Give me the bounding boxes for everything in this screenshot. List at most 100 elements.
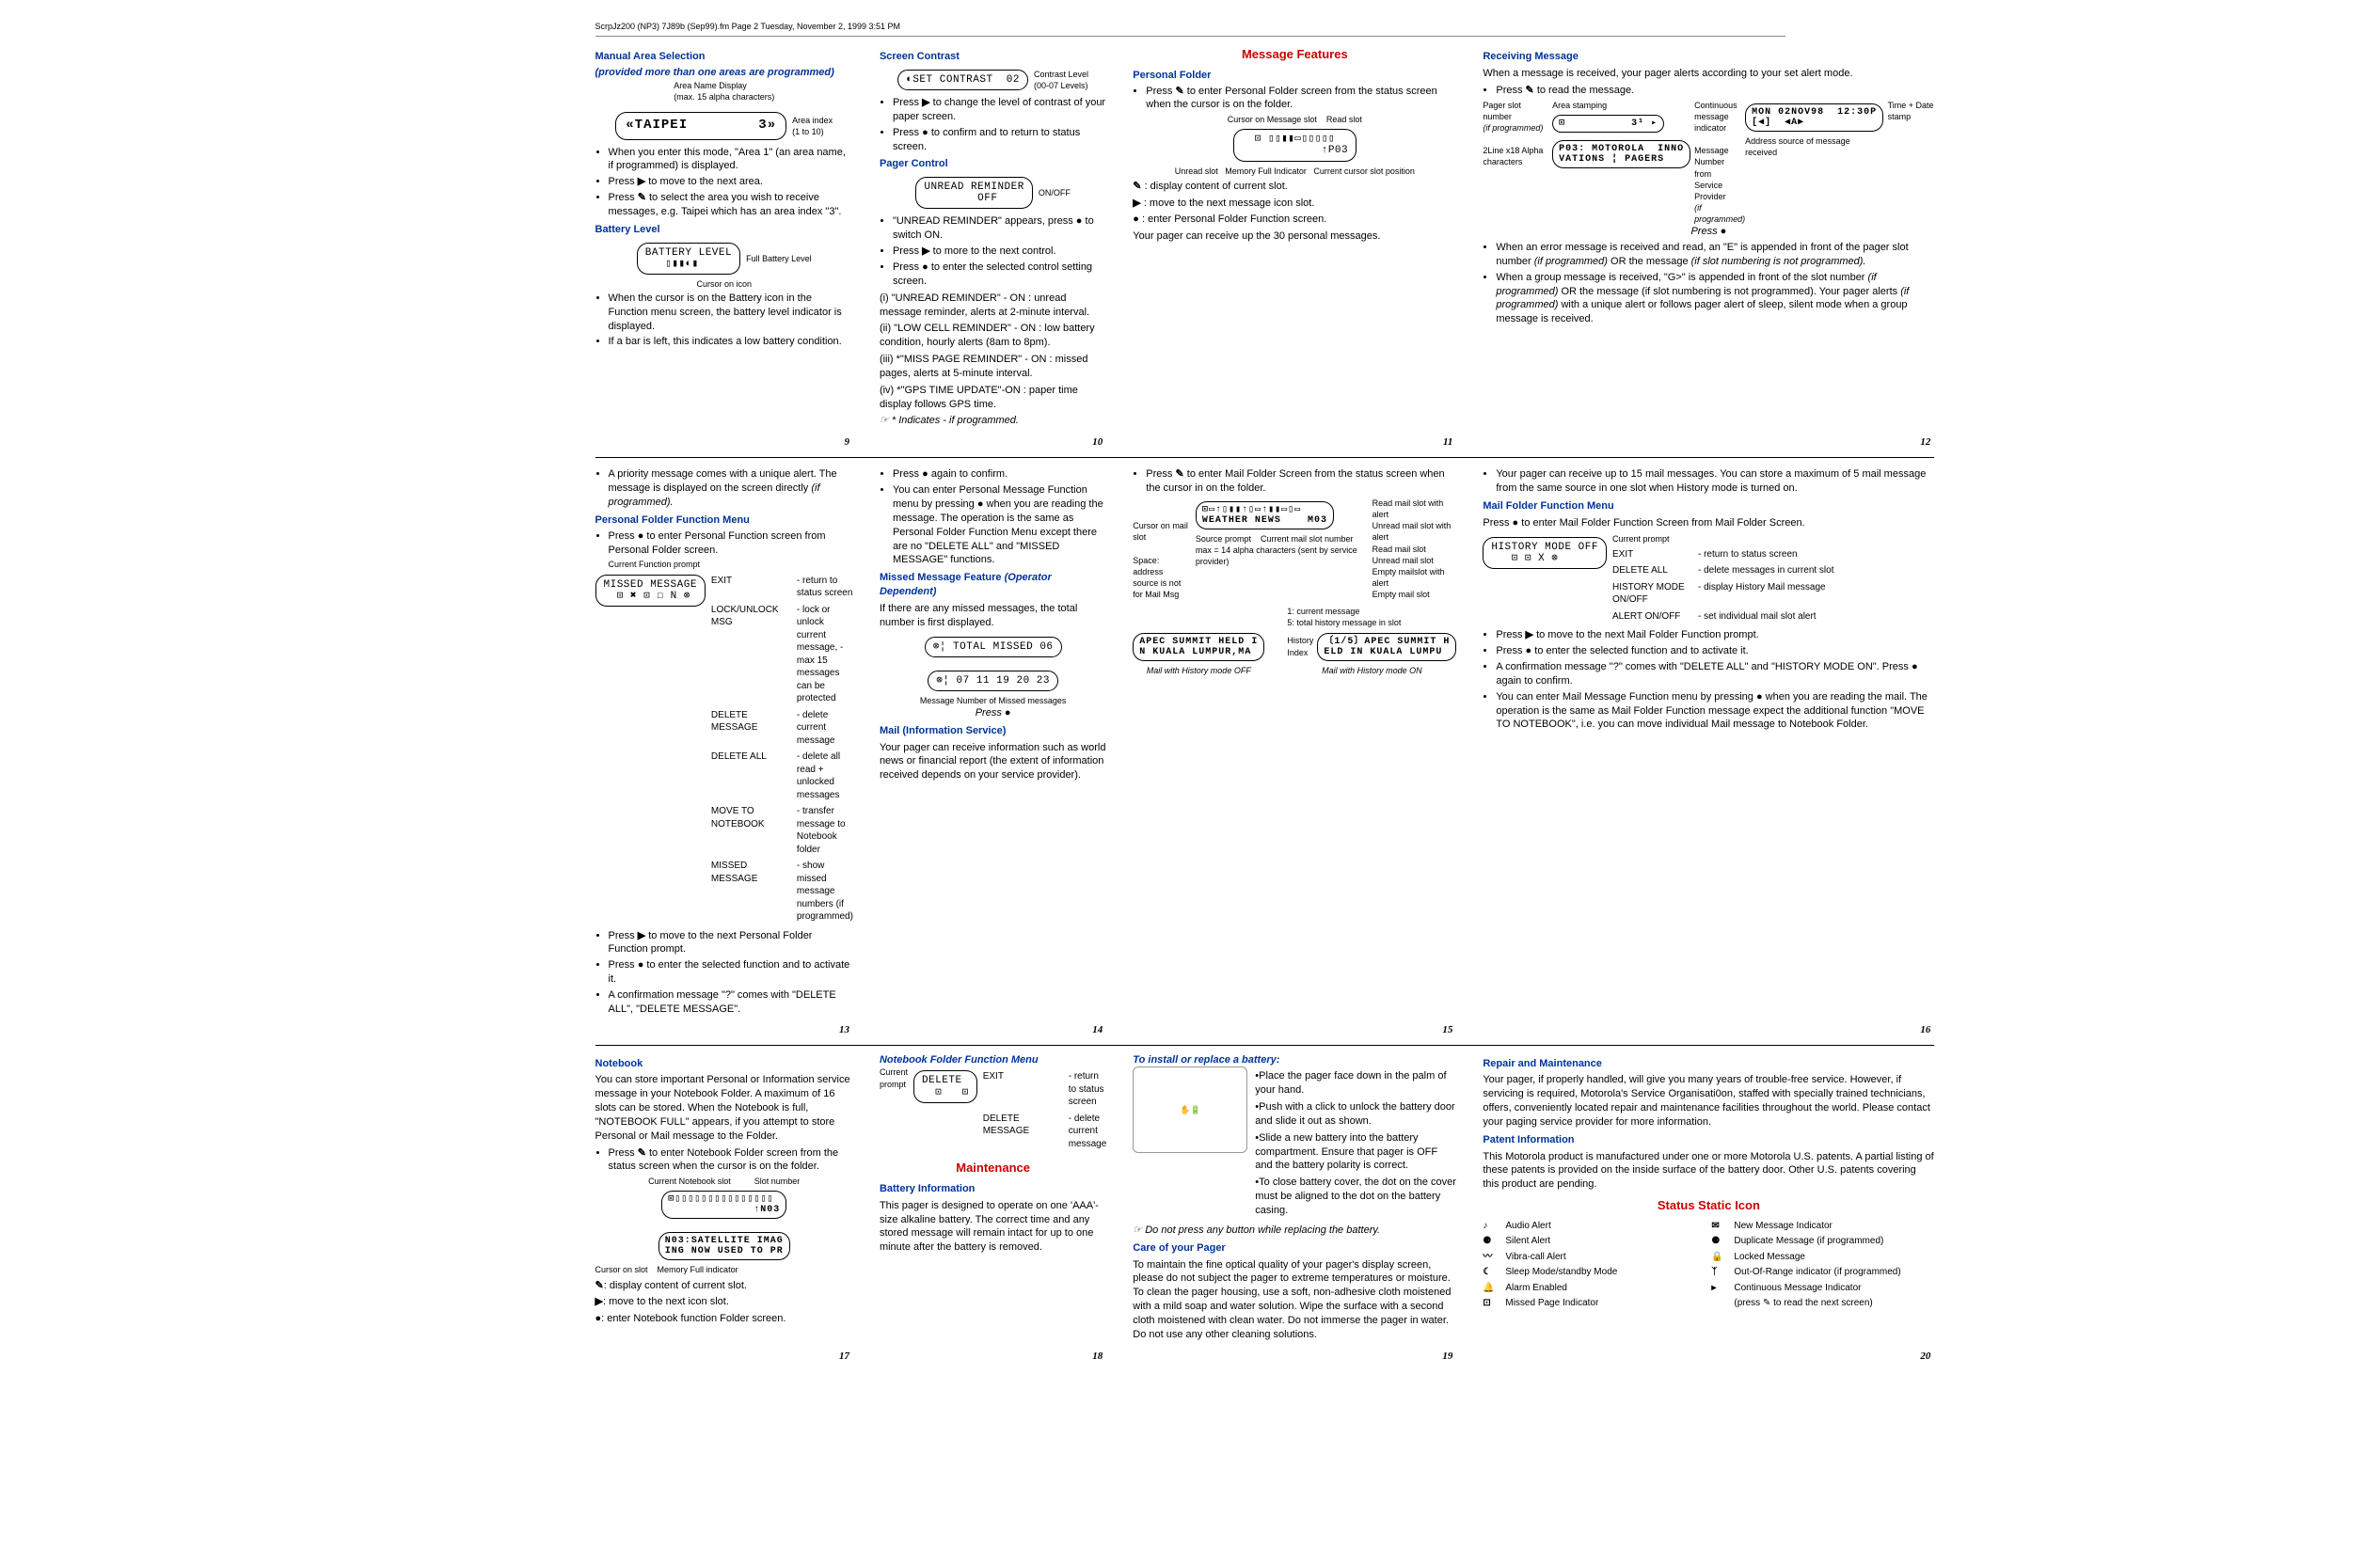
status-icon: ⊡ (1483, 1297, 1499, 1310)
title-message-features: Message Features (1133, 46, 1456, 63)
pen-icon: ✎ (595, 1280, 604, 1291)
play-icon: ▶ (638, 176, 645, 187)
lcd-missed2: ⊗¦ 07 11 19 20 23 (928, 671, 1058, 691)
status-icon: ⚈ (1483, 1235, 1499, 1248)
panel-19: To install or replace a battery: ✋🔋 •Pla… (1133, 1053, 1456, 1364)
p12-b1: When a message is received, your pager a… (1483, 67, 1934, 81)
bi-1: •Place the pager face down in the palm o… (1255, 1069, 1456, 1098)
lcd-label: Full Battery Level (746, 253, 812, 264)
page-num-12: 12 (1920, 435, 1930, 450)
legend: Current prompt EXIT- return to status sc… (1612, 533, 1834, 627)
dot-icon: ● (922, 468, 928, 480)
dot-icon: ● (922, 261, 928, 273)
status-icon: 🔒 (1711, 1251, 1728, 1264)
press-note: Press ● (1483, 225, 1934, 239)
panel-11: Message Features Personal Folder Press ✎… (1133, 46, 1456, 450)
addr-label: Address source of message received (1745, 135, 1884, 158)
bullets-14a: Press ● again to confirm. You can enter … (880, 467, 1106, 567)
status-icon: ♪ (1483, 1220, 1499, 1233)
press-note: Press ● (880, 706, 1106, 720)
panel-14: Press ● again to confirm. You can enter … (880, 466, 1106, 1036)
p18-p1: This pager is designed to operate on one… (880, 1199, 1106, 1255)
status-label: Continuous Message Indicator (1734, 1282, 1934, 1295)
lcd-pf: ⊡ ▯▯▮▮▭▯▯▯▯▯ ↑P03 (1233, 129, 1357, 161)
status-icon: ᛉ (1711, 1266, 1728, 1279)
p16-p1: Press ● to enter Mail Folder Function Sc… (1483, 516, 1934, 530)
heading-receiving: Receiving Message (1483, 50, 1934, 64)
subheading: (provided more than one areas are progra… (595, 66, 853, 80)
dot-icon: ● (1912, 661, 1918, 672)
status-icon (1711, 1297, 1728, 1310)
lcd-taipei: «TAIPEI 3» (615, 112, 786, 139)
status-label: Sleep Mode/standby Mode (1505, 1266, 1706, 1279)
legend: EXIT- return to status screen LOCK/UNLOC… (711, 571, 853, 927)
heading-battery-info: Battery Information (880, 1182, 1106, 1196)
status-label: Silent Alert (1505, 1235, 1706, 1248)
panel-13: A priority message comes with a unique a… (595, 466, 853, 1036)
key-play: ▶ : move to the next message icon slot. (1133, 197, 1456, 211)
print-header: ScrpJz200 (NP3) 7J89b (Sep99).fm Page 2 … (595, 17, 1785, 37)
pen-icon: ✎ (1526, 85, 1534, 96)
bi-3: •Slide a new battery into the battery co… (1255, 1131, 1456, 1174)
key-dot: ● : enter Personal Folder Function scree… (1133, 213, 1456, 227)
labels-left: Cursor on mail slot Space: address sourc… (1133, 498, 1190, 600)
p17-p1: You can store important Personal or Info… (595, 1073, 853, 1143)
dot-icon: ● (1133, 213, 1139, 225)
lcd-recv2: P03: MOTOROLA INNO VATIONS ¦ PAGERS (1552, 140, 1690, 168)
bullets-16a: Your pager can receive up to 15 mail mes… (1483, 467, 1934, 496)
pen-icon: ✎ (1175, 86, 1183, 97)
cp: Current prompt (880, 1066, 908, 1089)
lcd-mail-folder: ⊡▭↑▯▮▮↑▯▭↑▮▮▭▯▭ WEATHER NEWS M03 (1196, 501, 1334, 529)
bullets-16b: Press ▶ to move to the next Mail Folder … (1483, 628, 1934, 732)
title-maintenance: Maintenance (880, 1160, 1106, 1177)
status-icon: ✉ (1711, 1220, 1728, 1233)
key-dot: ●: enter Notebook function Folder screen… (595, 1312, 853, 1326)
lcd-nb1: ⊡▯▯▯▯▯▯▯▯▯▯▯▯▯▯▯ ↑N03 (661, 1191, 786, 1219)
bullets-13c: Press ▶ to move to the next Personal Fol… (595, 929, 853, 1017)
heading-repair: Repair and Maintenance (1483, 1057, 1934, 1071)
panel-16: Your pager can receive up to 15 mail mes… (1483, 466, 1934, 1036)
lcd-nb2: N03:SATELLITE IMAG ING NOW USED TO PR (658, 1232, 790, 1260)
page-num-15: 15 (1442, 1023, 1452, 1037)
cp: Current prompt (1612, 533, 1834, 545)
labels-top: Current Notebook slot Slot number (595, 1176, 853, 1187)
status-label: Vibra-call Alert (1505, 1251, 1706, 1264)
pen-icon: ✎ (638, 192, 646, 203)
bullets-12b: When an error message is received and re… (1483, 241, 1934, 326)
status-label: Locked Message (1734, 1251, 1934, 1264)
lcd-label-right: Area index(1 to 10) (792, 115, 833, 137)
status-icon: ▸ (1711, 1282, 1728, 1295)
bullets-13b: Press ● to enter Personal Function scree… (595, 529, 853, 558)
page-num-11: 11 (1443, 435, 1452, 450)
dot-icon: ● (1756, 691, 1763, 703)
dot-icon: ● (922, 127, 928, 138)
src-label: Source prompt Current mail slot number (1196, 533, 1367, 545)
lcd-contrast: ◐SET CONTRAST 02 (897, 70, 1028, 90)
panel-9: Manual Area Selection (provided more tha… (595, 46, 853, 450)
lcd-nffm: DELETE ⊡ ⊡ (913, 1070, 977, 1102)
lcd-label-left: Area Name Display(max. 15 alpha characte… (674, 80, 774, 103)
lcd-mail-on: 〔1/5〕APEC SUMMIT H ELD IN KUALA LUMPU (1317, 633, 1456, 661)
page-num-9: 9 (844, 435, 849, 450)
reminder-i: (i) "UNREAD REMINDER" - ON : unread mess… (880, 292, 1106, 320)
p19-p1: To maintain the fine optical quality of … (1133, 1258, 1456, 1342)
bi-2: •Push with a click to unlock the battery… (1255, 1100, 1456, 1129)
key-play: ▶: move to the next icon slot. (595, 1295, 853, 1309)
pen-icon: ✎ (638, 1147, 646, 1159)
status-label: (press ✎ to read the next screen) (1734, 1297, 1934, 1310)
msg-num-label: Message Number of Missed messages (880, 695, 1106, 706)
bullets-12: Press ✎ to read the message. (1483, 84, 1934, 98)
lcd-battery: BATTERY LEVEL ▯▮▮◐▮ (637, 243, 740, 275)
play-icon: ▶ (1133, 197, 1140, 209)
reminder-ii: (ii) "LOW CELL REMINDER" - ON : low batt… (880, 322, 1106, 350)
bi-4: •To close battery cover, the dot on the … (1255, 1176, 1456, 1218)
status-label: New Message Indicator (1734, 1220, 1934, 1233)
bullets-9b: When the cursor is on the Battery icon i… (595, 292, 853, 349)
bullets-11a: Press ✎ to enter Personal Folder screen … (1133, 85, 1456, 113)
page-num-19: 19 (1442, 1350, 1452, 1364)
heading-battery: Battery Level (595, 223, 853, 237)
cap-off: Mail with History mode OFF (1133, 665, 1264, 676)
heading-patent: Patent Information (1483, 1133, 1934, 1147)
bullets-10b: "UNREAD REMINDER" appears, press ● to sw… (880, 214, 1106, 288)
hist-notes: 1: current message5: total history messa… (1287, 606, 1456, 628)
